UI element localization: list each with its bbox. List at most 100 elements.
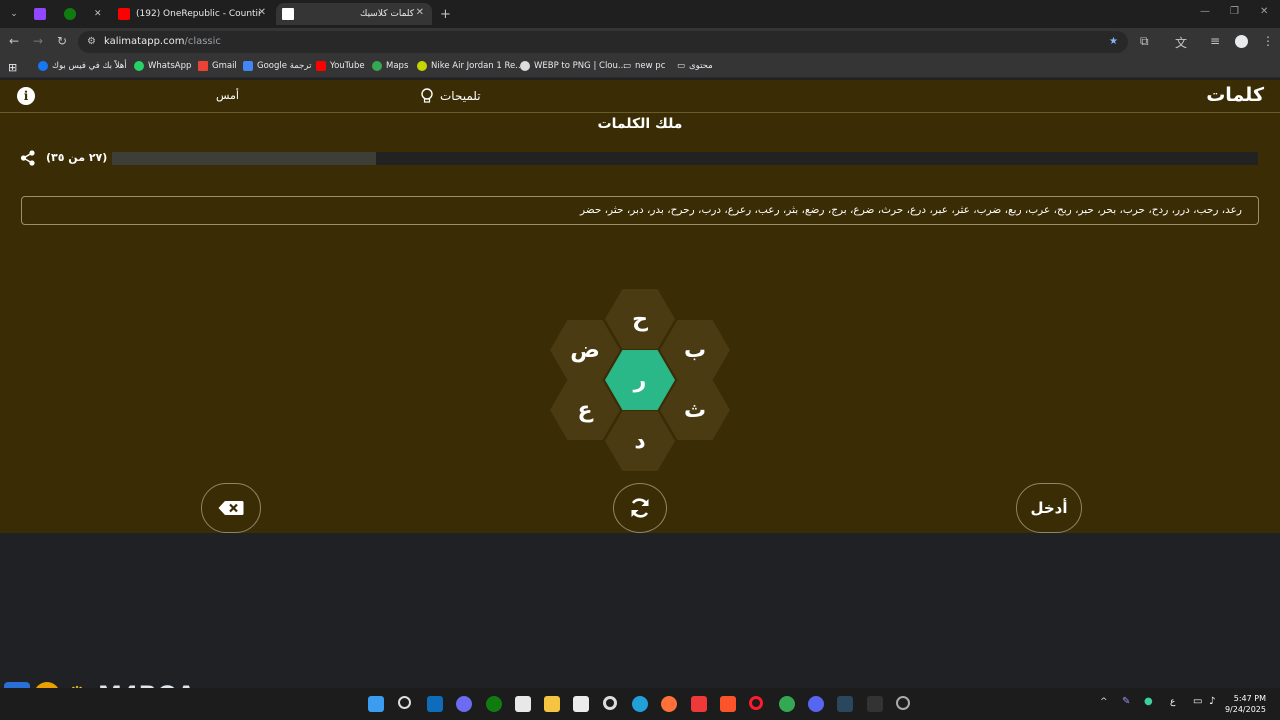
bookmark-label: أهلاً بك في فيس بوك [52, 61, 127, 71]
bookmark-label: new pc [635, 61, 666, 71]
bookmark-translate[interactable]: Google ترجمة [243, 61, 311, 71]
hex-letter-bottom[interactable]: د [605, 411, 675, 471]
tab-youtube[interactable]: (192) OneRepublic - Counting S ✕ [118, 3, 274, 25]
yesterday-button[interactable]: أمس [216, 89, 239, 102]
tab-muted[interactable]: ✕ [94, 3, 102, 25]
menu-kebab-icon[interactable]: ⋮ [1262, 34, 1274, 48]
tab-kalimat[interactable]: كلمات كلاسيك ✕ [276, 3, 432, 25]
address-bar[interactable]: ⚙ kalimatapp.com/classic ★ [78, 31, 1128, 53]
network-icon[interactable]: ▭ [1193, 696, 1202, 707]
hex-letter-bottom-right[interactable]: ث [660, 380, 730, 440]
whatsapp-icon [134, 61, 144, 71]
url-path: /classic [184, 36, 221, 47]
youtube-icon [118, 8, 130, 20]
tray-chevron-icon[interactable]: ^ [1100, 697, 1108, 707]
store-icon[interactable] [515, 696, 531, 712]
twitch-icon [34, 8, 46, 20]
mute-icon: ✕ [94, 9, 102, 19]
translate-icon[interactable]: 文 [1175, 34, 1187, 51]
site-info-icon[interactable]: ⚙ [87, 31, 96, 53]
url-host: kalimatapp.com [104, 36, 185, 47]
tab-twitch-pinned[interactable] [34, 3, 52, 25]
language-indicator[interactable]: ع [1170, 697, 1175, 707]
share-icon[interactable] [20, 150, 36, 166]
hints-label: تلميحات [440, 89, 481, 103]
extensions-icon[interactable]: ⧉ [1140, 34, 1149, 49]
brave-icon[interactable] [720, 696, 736, 712]
enter-button[interactable]: أدخل [1016, 483, 1082, 533]
hex-letter-top[interactable]: ح [605, 289, 675, 349]
media-control-icon[interactable]: ≡ [1210, 34, 1220, 48]
firefox-icon[interactable] [661, 696, 677, 712]
rank-title: ملك الكلمات [597, 116, 683, 132]
bookmark-whatsapp[interactable]: WhatsApp [134, 61, 191, 71]
folder-icon: ▭ [623, 61, 632, 71]
start-icon[interactable] [368, 696, 384, 712]
tab-title: كلمات كلاسيك [360, 9, 415, 19]
bookmark-youtube[interactable]: YouTube [316, 61, 365, 71]
tray-pen-icon[interactable]: ✎ [1122, 696, 1130, 707]
tray-mic-icon[interactable]: ● [1144, 696, 1153, 707]
bookmark-folder-content[interactable]: ▭ محتوى [677, 61, 713, 71]
volume-icon[interactable]: ♪ [1209, 696, 1215, 707]
settings-icon[interactable] [896, 696, 910, 710]
hex-letter-center[interactable]: ر [605, 350, 675, 410]
profile-avatar[interactable] [1235, 35, 1248, 48]
tab-search-dropdown-icon[interactable]: ⌄ [6, 3, 22, 25]
clock-date: 9/24/2025 [1224, 705, 1266, 714]
bookmark-label: Google ترجمة [257, 61, 312, 71]
bookmarks-bar: ⊞ أهلاً بك في فيس بوك WhatsApp Gmail Goo… [0, 56, 1280, 78]
close-tab-icon[interactable]: ✕ [258, 7, 266, 18]
hex-letter-bottom-left[interactable]: ع [550, 380, 620, 440]
discord-icon[interactable] [808, 696, 824, 712]
outlook-icon[interactable] [427, 696, 443, 712]
opera-icon[interactable] [749, 696, 763, 710]
bookmark-label: محتوى [689, 61, 713, 71]
epic-games-icon[interactable] [867, 696, 883, 712]
bookmark-star-icon[interactable]: ★ [1109, 31, 1118, 53]
capcut-icon[interactable] [573, 696, 589, 712]
hints-button[interactable]: تلميحات [420, 88, 481, 104]
reload-icon[interactable]: ↻ [57, 34, 67, 48]
hex-letter-top-left[interactable]: ض [550, 320, 620, 380]
bookmark-gmail[interactable]: Gmail [198, 61, 237, 71]
bookmark-folder-newpc[interactable]: ▭ new pc [623, 61, 665, 71]
clock-time: 5:47 PM [1233, 694, 1266, 703]
forward-icon[interactable]: → [33, 34, 43, 48]
bookmark-facebook[interactable]: أهلاً بك في فيس بوك [38, 61, 127, 71]
search-icon[interactable] [398, 696, 411, 709]
close-tab-icon[interactable]: ✕ [416, 7, 424, 18]
vivaldi-icon[interactable] [691, 696, 707, 712]
hex-letter-top-right[interactable]: ب [660, 320, 730, 380]
app-logo: كلمات [1206, 84, 1264, 106]
delete-button[interactable] [201, 483, 261, 533]
found-words-list[interactable]: رعد، رحب، درر، ردح، حرب، بحر، حبر، ربح، … [21, 196, 1259, 225]
bookmark-label: Nike Air Jordan 1 Re... [431, 61, 524, 71]
back-icon[interactable]: ← [9, 34, 19, 48]
close-window-icon[interactable]: ✕ [1260, 6, 1268, 17]
bookmark-webp[interactable]: WEBP to PNG | Clou... [520, 61, 626, 71]
bookmark-nike[interactable]: Nike Air Jordan 1 Re... [417, 61, 523, 71]
tab-xbox-pinned[interactable] [64, 3, 82, 25]
new-tab-button[interactable]: + [440, 3, 451, 25]
chrome-icon[interactable] [779, 696, 795, 712]
copilot-icon[interactable] [456, 696, 472, 712]
steam-icon[interactable] [837, 696, 853, 712]
xbox-icon[interactable] [486, 696, 502, 712]
app-header: i أمس تلميحات كلمات [0, 80, 1280, 113]
minimize-icon[interactable]: — [1200, 6, 1210, 17]
shuffle-button[interactable] [613, 483, 667, 533]
edge-icon[interactable] [632, 696, 648, 712]
refresh-icon [631, 498, 649, 518]
info-icon[interactable]: i [17, 87, 35, 105]
bookmark-label: YouTube [330, 61, 365, 71]
cloud-icon [520, 61, 530, 71]
maximize-icon[interactable]: ❐ [1230, 6, 1239, 17]
apps-grid-icon[interactable]: ⊞ [8, 61, 17, 74]
bookmark-maps[interactable]: Maps [372, 61, 408, 71]
progress-fill [112, 152, 376, 165]
c-app-icon[interactable] [603, 696, 617, 710]
browser-tab-bar: ⌄ ✕ (192) OneRepublic - Counting S ✕ كلم… [0, 0, 1280, 28]
file-explorer-icon[interactable] [544, 696, 560, 712]
taskbar-clock[interactable]: 5:47 PM 9/24/2025 [1225, 693, 1266, 715]
